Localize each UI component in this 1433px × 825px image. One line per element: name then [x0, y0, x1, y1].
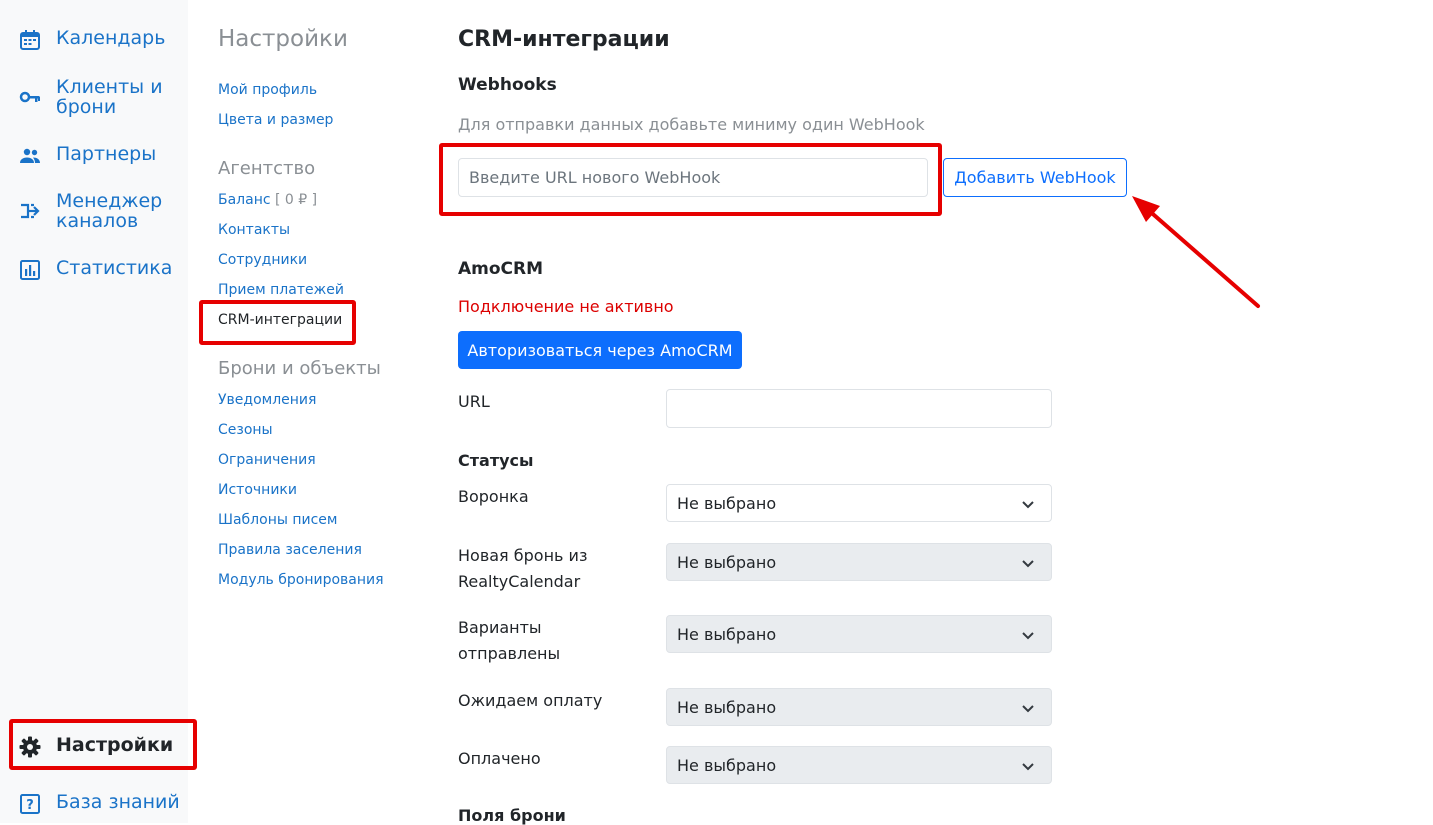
settings-link-colors-size[interactable]: Цвета и размер — [218, 112, 333, 128]
question-icon: ? — [18, 792, 42, 816]
webhooks-hint: Для отправки данных добавьте миниму один… — [458, 115, 925, 134]
select-value: Не выбрано — [677, 493, 777, 513]
status-label-awaiting-payment: Ожидаем оплату — [458, 691, 603, 710]
awaiting-payment-status-select[interactable]: Не выбрано — [666, 688, 1052, 726]
annotation-box-crm-link — [199, 300, 356, 345]
annotation-arrow — [1132, 196, 1260, 308]
chevron-down-icon — [1022, 632, 1034, 640]
settings-link-payments[interactable]: Прием платежей — [218, 282, 344, 298]
key-icon — [18, 85, 42, 109]
sidebar-item-label: Клиенты и — [56, 76, 163, 98]
sidebar-item-label: Партнеры — [56, 143, 157, 165]
amocrm-title: AmoCRM — [458, 259, 544, 279]
select-value: Не выбрано — [677, 552, 777, 572]
balance-label: Баланс — [218, 192, 271, 208]
sidebar-item-label: брони — [56, 96, 117, 118]
new-booking-status-select[interactable]: Не выбрано — [666, 543, 1052, 581]
amocrm-status: Подключение не активно — [458, 297, 674, 316]
sidebar-item-label: каналов — [56, 210, 139, 232]
chevron-down-icon — [1022, 560, 1034, 568]
webhooks-title: Webhooks — [458, 75, 557, 95]
settings-link-email-templates[interactable]: Шаблоны писем — [218, 512, 337, 528]
chevron-down-icon — [1022, 763, 1034, 771]
amocrm-url-label: URL — [458, 392, 490, 411]
sidebar-item-label: Статистика — [56, 257, 173, 279]
booking-fields-title: Поля брони — [458, 806, 566, 825]
people-icon — [18, 144, 42, 168]
paid-status-select[interactable]: Не выбрано — [666, 746, 1052, 784]
amocrm-auth-button[interactable]: Авторизоваться через AmoCRM — [458, 331, 742, 369]
amocrm-url-input[interactable] — [666, 389, 1052, 428]
sidebar-item-knowledge-base[interactable]: ? База знаний — [18, 792, 180, 816]
bar-chart-icon — [18, 258, 42, 282]
settings-link-booking-module[interactable]: Модуль бронирования — [218, 572, 384, 588]
page-title: CRM-интеграции — [458, 27, 670, 52]
balance-value: [ 0 ₽ ] — [275, 192, 318, 208]
settings-nav-title: Настройки — [218, 26, 348, 52]
annotation-box-webhook-input — [439, 143, 942, 216]
sidebar-item-clients[interactable]: Клиенты и брони — [18, 77, 163, 117]
annotation-box-settings — [9, 719, 197, 770]
sidebar-item-channel-manager[interactable]: Менеджер каналов — [18, 191, 162, 231]
chevron-down-icon — [1022, 705, 1034, 713]
channels-icon — [18, 199, 42, 223]
settings-link-balance[interactable]: Баланс [ 0 ₽ ] — [218, 192, 317, 208]
settings-link-sources[interactable]: Источники — [218, 482, 297, 498]
select-value: Не выбрано — [677, 755, 777, 775]
settings-link-my-profile[interactable]: Мой профиль — [218, 82, 317, 98]
status-label-paid: Оплачено — [458, 749, 541, 768]
select-value: Не выбрано — [677, 697, 777, 717]
settings-group-agency: Агентство — [218, 158, 316, 179]
settings-group-bookings: Брони и объекты — [218, 358, 381, 379]
status-label-variants-sent: Варианты отправлены — [458, 618, 561, 663]
svg-text:?: ? — [26, 798, 34, 813]
sidebar-item-label: Календарь — [56, 27, 166, 49]
sidebar-item-label: Менеджер — [56, 190, 163, 212]
calendar-icon — [18, 28, 42, 52]
settings-link-restrictions[interactable]: Ограничения — [218, 452, 316, 468]
status-label-new-booking: Новая бронь из RealtyCalendar — [458, 546, 588, 591]
sidebar-item-partners[interactable]: Партнеры — [18, 144, 156, 168]
status-label-funnel: Воронка — [458, 487, 529, 506]
settings-link-employees[interactable]: Сотрудники — [218, 252, 307, 268]
main-sidebar: Календарь Клиенты и брони Партнеры Менедж… — [0, 0, 188, 823]
add-webhook-button[interactable]: Добавить WebHook — [943, 158, 1127, 197]
settings-link-notifications[interactable]: Уведомления — [218, 392, 316, 408]
sidebar-item-statistics[interactable]: Статистика — [18, 258, 172, 282]
funnel-select[interactable]: Не выбрано — [666, 484, 1052, 522]
settings-link-contacts[interactable]: Контакты — [218, 222, 290, 238]
settings-link-checkin-rules[interactable]: Правила заселения — [218, 542, 362, 558]
chevron-down-icon — [1022, 501, 1034, 509]
sidebar-item-label: База знаний — [56, 791, 180, 813]
sidebar-item-calendar[interactable]: Календарь — [18, 28, 165, 52]
settings-link-seasons[interactable]: Сезоны — [218, 422, 273, 438]
variants-sent-status-select[interactable]: Не выбрано — [666, 615, 1052, 653]
statuses-title: Статусы — [458, 451, 534, 470]
select-value: Не выбрано — [677, 624, 777, 644]
